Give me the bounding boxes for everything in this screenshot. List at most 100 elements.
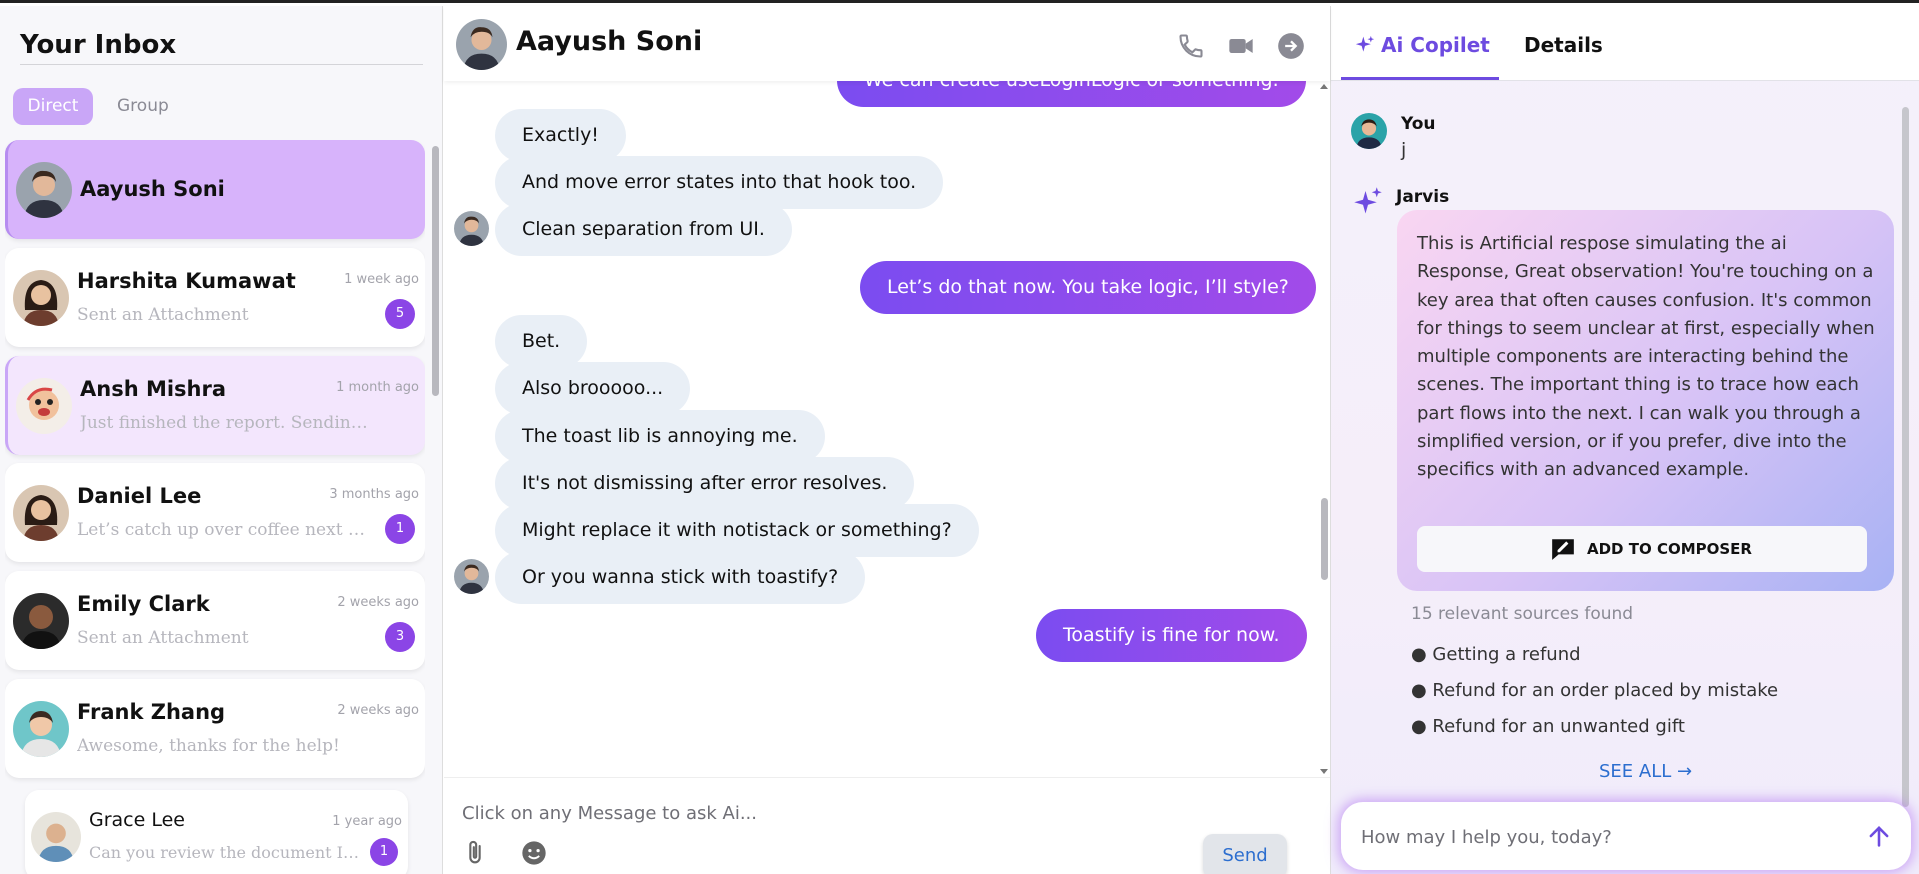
conversation-item-daniel-lee[interactable]: Daniel Lee 3 months ago Let’s catch up o… xyxy=(5,463,425,562)
conversation-time: 1 week ago xyxy=(344,272,419,287)
conversation-item-aayush-soni[interactable]: Aayush Soni xyxy=(5,140,425,239)
message-incoming[interactable]: Or you wanna stick with toastify? xyxy=(495,551,866,604)
conversation-time: 2 weeks ago xyxy=(337,703,419,718)
conversation-time: 1 year ago xyxy=(332,814,402,829)
add-to-composer-label: ADD TO COMPOSER xyxy=(1587,540,1752,558)
conversation-preview: Awesome, thanks for the help! xyxy=(77,736,340,756)
inbox-panel: Your Inbox Direct Group Aayush Soni Hars… xyxy=(0,6,443,874)
message-incoming[interactable]: The toast lib is annoying me. xyxy=(495,410,825,463)
unread-badge: 1 xyxy=(370,838,398,866)
conversation-preview: Let’s catch up over coffee next week xyxy=(77,520,372,540)
tab-ai-copilot[interactable]: Ai Copilet xyxy=(1381,33,1490,57)
video-icon[interactable] xyxy=(1227,32,1255,60)
message-incoming[interactable]: And move error states into that hook too… xyxy=(495,156,944,209)
message-outgoing[interactable]: Toastify is fine for now. xyxy=(1036,609,1307,662)
conversation-time: 3 months ago xyxy=(329,487,419,502)
user-name: You xyxy=(1401,114,1436,134)
tab-group[interactable]: Group xyxy=(103,88,183,125)
paperclip-icon[interactable] xyxy=(461,839,489,867)
conversation-item-emily-clark[interactable]: Emily Clark 2 weeks ago Sent an Attachme… xyxy=(5,571,425,670)
unread-badge: 1 xyxy=(385,514,415,544)
arrow-up-icon[interactable] xyxy=(1865,822,1893,850)
conversation-preview: Sent an Attachment xyxy=(77,305,249,325)
sender-avatar xyxy=(454,559,489,594)
conversation-name: Harshita Kumawat xyxy=(77,269,296,293)
conversation-preview: Can you review the document I sent? xyxy=(89,843,359,862)
conversation-name: Frank Zhang xyxy=(77,700,226,724)
copilot-input[interactable] xyxy=(1361,822,1841,852)
arrow-right-circle-icon[interactable] xyxy=(1277,32,1305,60)
message-outgoing[interactable]: Let’s do that now. You take logic, I’ll … xyxy=(860,261,1316,314)
add-to-composer-button[interactable]: ADD TO COMPOSER xyxy=(1417,526,1867,572)
source-item[interactable]: ● Refund for an unwanted gift xyxy=(1411,716,1685,737)
avatar xyxy=(13,701,69,757)
conversation-name: Emily Clark xyxy=(77,592,210,616)
emoji-icon[interactable] xyxy=(520,839,548,867)
message-input[interactable] xyxy=(462,798,1162,828)
chat-scrollbar[interactable] xyxy=(1318,81,1330,777)
scroll-down-icon[interactable] xyxy=(1320,767,1328,775)
user-avatar xyxy=(1351,113,1387,149)
scroll-up-icon[interactable] xyxy=(1320,83,1328,91)
tab-direct[interactable]: Direct xyxy=(13,88,93,125)
conversation-preview: Sent an Attachment xyxy=(77,628,249,648)
compose-icon xyxy=(1552,539,1574,560)
avatar xyxy=(16,378,72,434)
unread-badge: 5 xyxy=(385,299,415,329)
active-tab-indicator xyxy=(1341,77,1499,80)
conversation-item-grace-lee[interactable]: Grace Lee 1 year ago Can you review the … xyxy=(25,790,408,874)
source-item[interactable]: ● Refund for an order placed by mistake xyxy=(1411,680,1778,701)
contact-avatar xyxy=(456,19,507,70)
conversation-name: Ansh Mishra xyxy=(80,377,227,401)
avatar xyxy=(13,485,69,541)
message-incoming[interactable]: Exactly! xyxy=(495,109,626,162)
ai-response-card: This is Artificial respose simulating th… xyxy=(1397,210,1894,591)
message-composer: Send xyxy=(444,777,1330,874)
avatar xyxy=(13,270,69,326)
conversation-item-harshita-kumawat[interactable]: Harshita Kumawat 1 week ago Sent an Atta… xyxy=(5,248,425,347)
assistant-name: Jarvis xyxy=(1396,187,1450,207)
sources-count: 15 relevant sources found xyxy=(1411,604,1634,624)
inbox-scrollbar[interactable] xyxy=(432,146,439,396)
tab-details[interactable]: Details xyxy=(1524,33,1603,57)
conversation-preview: Just finished the report. Sending it now… xyxy=(80,413,375,433)
user-message: j xyxy=(1401,139,1407,161)
send-button[interactable]: Send xyxy=(1203,834,1287,874)
message-incoming[interactable]: Might replace it with notistack or somet… xyxy=(495,504,979,557)
chat-header: Aayush Soni xyxy=(444,6,1330,81)
message-outgoing[interactable]: We can create useLoginLogic or something… xyxy=(837,81,1306,107)
sparkle-icon xyxy=(1355,35,1375,52)
conversation-name: Daniel Lee xyxy=(77,484,202,508)
ai-response-text: This is Artificial respose simulating th… xyxy=(1417,233,1875,481)
conversation-name: Aayush Soni xyxy=(80,177,225,201)
jarvis-sparkle-icon xyxy=(1354,187,1382,214)
copilot-panel: Ai Copilet Details You j Jarvis This is … xyxy=(1330,6,1919,874)
conversation-name: Grace Lee xyxy=(89,809,185,831)
inbox-title: Your Inbox xyxy=(20,30,177,60)
sender-avatar xyxy=(454,211,489,246)
divider xyxy=(20,64,423,65)
avatar xyxy=(16,162,72,218)
see-all-link[interactable]: SEE ALL → xyxy=(1599,761,1692,782)
message-incoming[interactable]: Also brooooo... xyxy=(495,362,691,415)
message-incoming[interactable]: Clean separation from UI. xyxy=(495,203,792,256)
chat-panel: Aayush Soni We can create useLoginLogic … xyxy=(444,6,1330,874)
conversation-time: 2 weeks ago xyxy=(337,595,419,610)
contact-name: Aayush Soni xyxy=(516,26,703,57)
source-item[interactable]: ● Getting a refund xyxy=(1411,644,1581,665)
message-list: We can create useLoginLogic or something… xyxy=(444,81,1318,777)
copilot-scrollbar[interactable] xyxy=(1902,107,1909,807)
message-incoming[interactable]: Bet. xyxy=(495,315,588,368)
copilot-input-box xyxy=(1341,802,1911,870)
phone-icon[interactable] xyxy=(1177,32,1205,60)
conversation-time: 1 month ago xyxy=(336,380,419,395)
copilot-header: Ai Copilet Details xyxy=(1331,6,1919,81)
unread-badge: 3 xyxy=(385,622,415,652)
conversation-item-frank-zhang[interactable]: Frank Zhang 2 weeks ago Awesome, thanks … xyxy=(5,679,425,778)
avatar xyxy=(31,812,81,862)
avatar xyxy=(13,593,69,649)
conversation-item-ansh-mishra[interactable]: Ansh Mishra 1 month ago Just finished th… xyxy=(5,356,425,455)
message-incoming[interactable]: It's not dismissing after error resolves… xyxy=(495,457,915,510)
chat-scroll-thumb[interactable] xyxy=(1321,498,1328,580)
conversation-list: Aayush Soni Harshita Kumawat 1 week ago … xyxy=(5,140,425,874)
